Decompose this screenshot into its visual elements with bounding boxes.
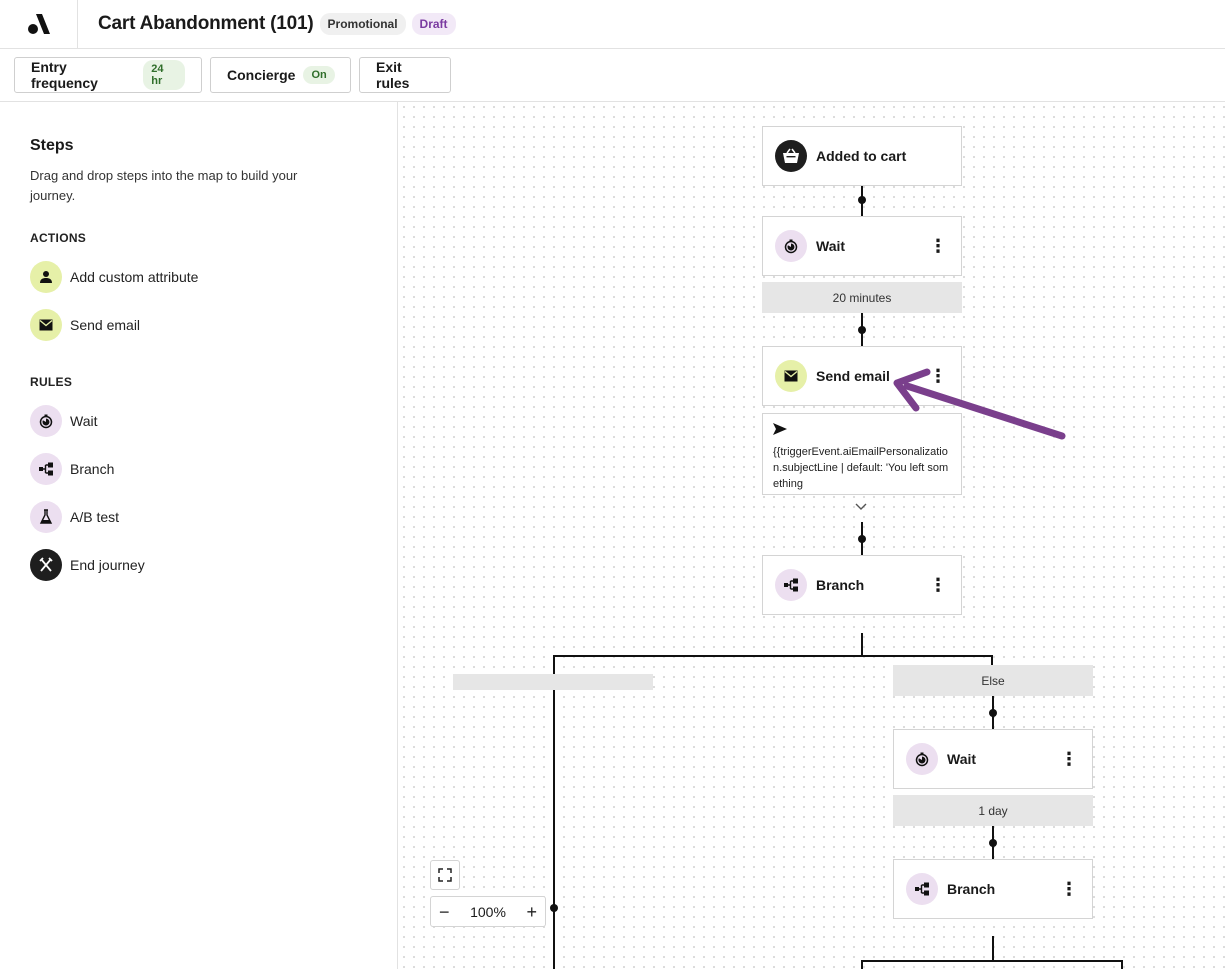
end-journey-icon bbox=[30, 549, 62, 581]
step-label: Send email bbox=[70, 317, 141, 333]
step-end-journey[interactable]: End journey bbox=[30, 549, 145, 581]
steps-sidebar: Steps Drag and drop steps into the map t… bbox=[0, 102, 398, 969]
step-add-custom-attribute[interactable]: Add custom attribute bbox=[30, 261, 198, 293]
page-title: Cart Abandonment (101) bbox=[98, 13, 314, 34]
steps-title: Steps bbox=[30, 137, 74, 154]
step-label: Branch bbox=[70, 461, 115, 477]
steps-description: Drag and drop steps into the map to buil… bbox=[30, 168, 298, 203]
journey-canvas[interactable]: Added to cart Wait ⋮ 20 minutes Send ema… bbox=[399, 102, 1225, 969]
step-label: Add custom attribute bbox=[70, 269, 199, 285]
step-label: Wait bbox=[70, 413, 98, 429]
person-icon bbox=[30, 261, 62, 293]
step-label: End journey bbox=[70, 557, 145, 573]
flask-icon bbox=[30, 501, 62, 533]
step-wait[interactable]: Wait bbox=[30, 405, 97, 437]
step-ab-test[interactable]: A/B test bbox=[30, 501, 119, 533]
step-send-email[interactable]: Send email bbox=[30, 309, 140, 341]
draft-badge: Draft bbox=[411, 13, 456, 35]
stopwatch-icon bbox=[30, 405, 62, 437]
concierge-status: On bbox=[303, 66, 335, 84]
annotation-arrow bbox=[893, 368, 1066, 440]
journey-toolbar: Entry frequency 24 hr Concierge On Exit … bbox=[0, 49, 1225, 102]
concierge-button[interactable]: Concierge On bbox=[210, 57, 351, 93]
promotional-badge: Promotional bbox=[319, 13, 406, 35]
envelope-icon bbox=[30, 309, 62, 341]
step-branch[interactable]: Branch bbox=[30, 453, 114, 485]
logo[interactable] bbox=[0, 0, 78, 48]
entry-frequency-button[interactable]: Entry frequency 24 hr bbox=[14, 57, 202, 93]
entry-frequency-label: Entry frequency bbox=[31, 59, 98, 91]
rules-heading: RULES bbox=[30, 375, 73, 389]
branch-icon bbox=[30, 453, 62, 485]
entry-frequency-value: 24 hr bbox=[143, 60, 185, 90]
app-logo-icon bbox=[27, 14, 50, 34]
app-header: Cart Abandonment (101) Promotional Draft bbox=[0, 0, 1225, 49]
concierge-label: Concierge bbox=[227, 67, 296, 83]
actions-heading: ACTIONS bbox=[30, 231, 87, 245]
step-label: A/B test bbox=[70, 509, 120, 525]
exit-rules-button[interactable]: Exit rules bbox=[359, 57, 451, 93]
